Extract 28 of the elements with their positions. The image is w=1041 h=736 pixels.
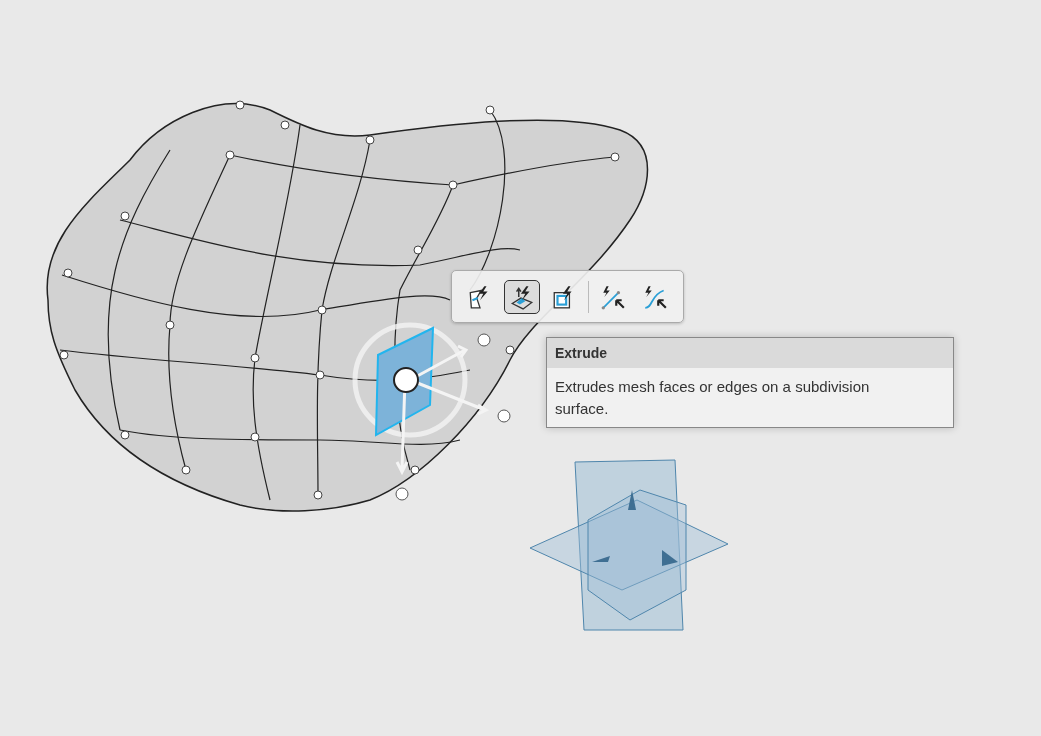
mesh-vertex[interactable] xyxy=(250,432,260,442)
mesh-vertex[interactable] xyxy=(63,268,73,278)
mesh-vertex[interactable] xyxy=(315,370,325,380)
mesh-vertex[interactable] xyxy=(235,100,245,110)
bolt-line-pointer-icon xyxy=(600,283,626,310)
tooltip-title: Extrude xyxy=(547,338,953,368)
bolt-curve-pointer-icon xyxy=(642,283,668,310)
mesh-vertex[interactable] xyxy=(505,345,515,355)
bolt-extrude-icon xyxy=(509,283,535,310)
mesh-vertex[interactable] xyxy=(317,305,327,315)
mesh-vertex[interactable] xyxy=(120,430,130,440)
mesh-vertex[interactable] xyxy=(610,152,620,162)
mesh-vertex[interactable] xyxy=(120,211,130,221)
mesh-vertex[interactable] xyxy=(413,245,423,255)
mesh-vertex[interactable] xyxy=(365,135,375,145)
transform-gizmo-drawing[interactable] xyxy=(352,322,511,501)
mesh-vertex[interactable] xyxy=(280,120,290,130)
mesh-vertex[interactable] xyxy=(181,465,191,475)
mesh-vertex[interactable] xyxy=(448,180,458,190)
mesh-vertex[interactable] xyxy=(410,465,420,475)
mesh-vertex[interactable] xyxy=(250,353,260,363)
mesh-vertex[interactable] xyxy=(225,150,235,160)
mesh-vertex[interactable] xyxy=(59,350,69,360)
tooltip-description: Extrudes mesh faces or edges on a subdivision surface. xyxy=(554,377,871,419)
extrude-tool-button[interactable] xyxy=(504,279,540,314)
mesh-vertex[interactable] xyxy=(313,490,323,500)
mesh-vertex[interactable] xyxy=(485,105,495,115)
mesh-vertex[interactable] xyxy=(165,320,175,330)
